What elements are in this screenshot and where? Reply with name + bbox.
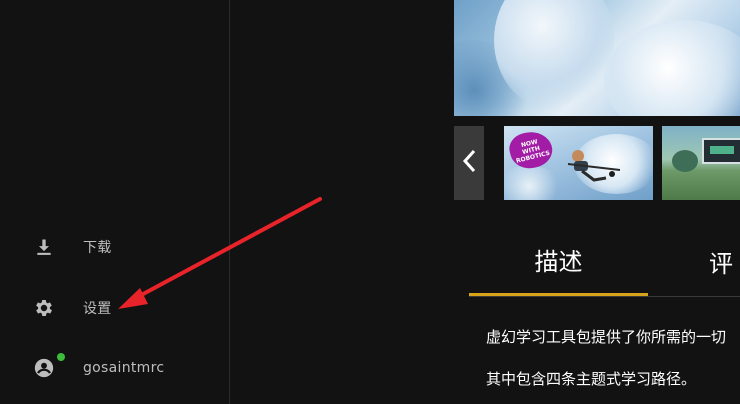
tab-bar: 描述 评 xyxy=(469,226,740,297)
carousel-thumbnail[interactable]: NOW WITH ROBOTICS xyxy=(504,126,653,200)
sidebar: 下载 设置 gosaintmrc xyxy=(0,0,230,404)
tab-reviews[interactable]: 评 xyxy=(709,226,740,296)
sidebar-item-download[interactable]: 下载 xyxy=(0,227,229,267)
hero-image xyxy=(454,0,740,116)
chevron-left-icon xyxy=(460,148,478,178)
account-circle-icon xyxy=(32,356,56,380)
online-status-dot xyxy=(57,353,65,361)
sidebar-item-settings[interactable]: 设置 xyxy=(0,288,229,328)
tab-label: 评 xyxy=(709,249,733,278)
tab-description[interactable]: 描述 xyxy=(469,226,648,296)
robotics-badge: NOW WITH ROBOTICS xyxy=(506,127,556,173)
tab-label: 描述 xyxy=(534,248,583,276)
username: gosaintmrc xyxy=(83,360,165,376)
carousel-prev-button[interactable] xyxy=(454,126,484,200)
sidebar-item-label: 设置 xyxy=(83,301,112,317)
product-main: NOW WITH ROBOTICS 描述 评 虚幻学习工具包提供了你所需的一切 … xyxy=(230,0,740,404)
download-icon xyxy=(32,235,56,259)
carousel-thumbnail[interactable] xyxy=(662,126,740,200)
robot-character-icon xyxy=(567,150,621,182)
sidebar-item-user[interactable]: gosaintmrc xyxy=(0,348,229,388)
gear-icon xyxy=(32,296,56,320)
sidebar-item-label: 下载 xyxy=(83,240,112,256)
badge-text: NOW WITH ROBOTICS xyxy=(515,137,551,165)
description-line: 其中包含四条主题式学习路径。 xyxy=(486,370,697,388)
description-line: 虚幻学习工具包提供了你所需的一切 xyxy=(486,328,727,346)
